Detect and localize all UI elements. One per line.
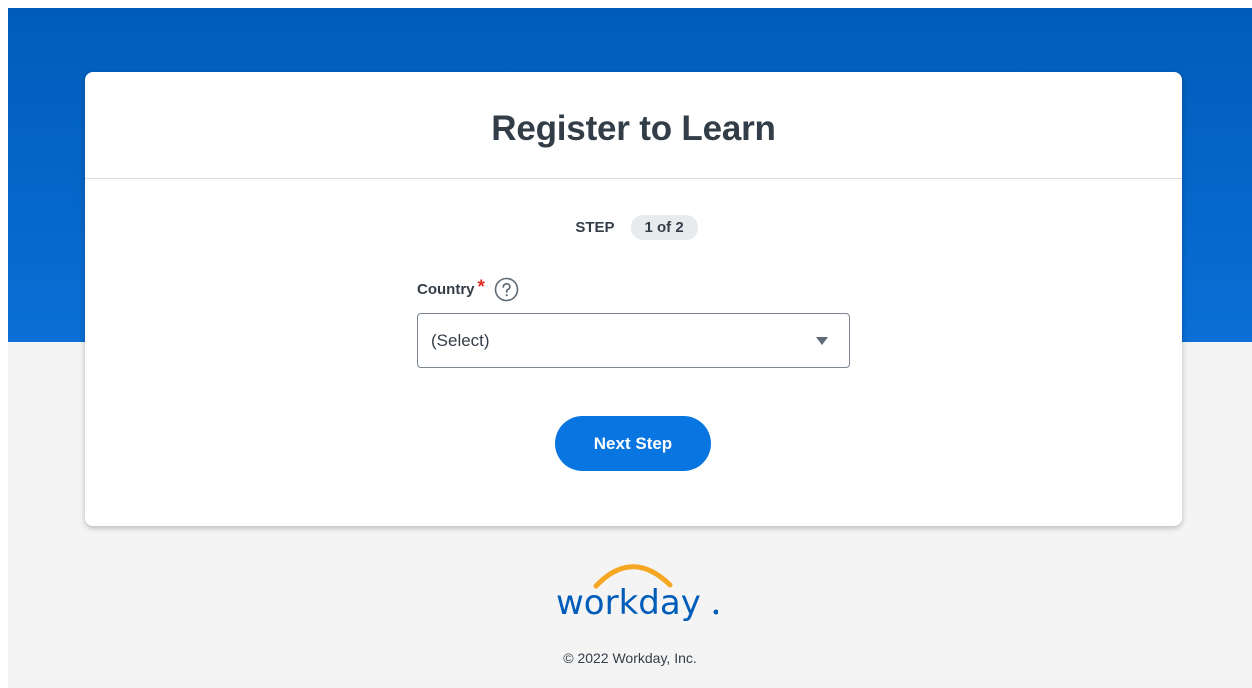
workday-logo-mark: workday bbox=[556, 564, 719, 623]
card-header: Register to Learn bbox=[85, 72, 1182, 179]
page-title: Register to Learn bbox=[491, 109, 776, 148]
register-card: Register to Learn STEP 1 of 2 Country * … bbox=[85, 72, 1182, 526]
step-label: STEP bbox=[575, 219, 615, 236]
next-step-button[interactable]: Next Step bbox=[555, 416, 711, 471]
chevron-down-icon bbox=[816, 336, 828, 345]
country-select-value: (Select) bbox=[431, 330, 490, 350]
required-mark: * bbox=[477, 276, 485, 298]
workday-logo-text: workday bbox=[556, 583, 701, 623]
step-badge: 1 of 2 bbox=[630, 215, 698, 240]
country-label-row: Country * bbox=[417, 277, 519, 302]
country-label: Country bbox=[417, 281, 475, 298]
page: Register to Learn STEP 1 of 2 Country * … bbox=[8, 8, 1252, 688]
step-indicator: STEP 1 of 2 bbox=[85, 215, 1182, 240]
question-circle-icon[interactable] bbox=[494, 277, 519, 302]
country-select[interactable]: (Select) bbox=[417, 313, 850, 368]
workday-logo: workday bbox=[548, 558, 719, 628]
copyright-text: © 2022 Workday, Inc. bbox=[563, 650, 697, 666]
